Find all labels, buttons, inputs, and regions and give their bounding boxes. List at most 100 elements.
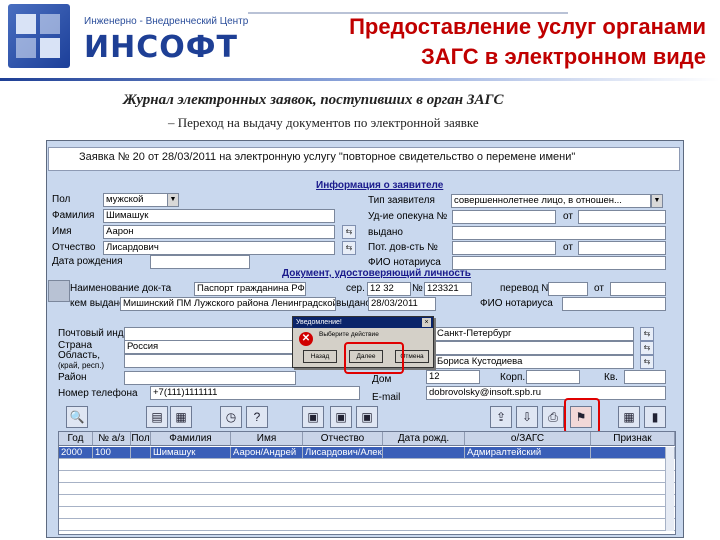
label-guardian-issued: выдано bbox=[368, 227, 403, 238]
header-divider bbox=[0, 78, 720, 81]
col-birthdate[interactable]: Дата рожд. bbox=[383, 432, 465, 446]
label-name: Имя bbox=[52, 226, 72, 237]
country-field[interactable]: Россия bbox=[124, 340, 296, 354]
request-header-text: Заявка № 20 от 28/03/2011 на электронную… bbox=[79, 151, 576, 163]
applicant-type-dropdown-icon[interactable]: ▼ bbox=[651, 194, 663, 208]
notary-field[interactable] bbox=[452, 256, 666, 270]
doc-number-field[interactable]: 123321 bbox=[424, 282, 472, 296]
label-poa-date: от bbox=[563, 242, 573, 253]
search-icon[interactable]: 🔍 bbox=[66, 406, 88, 428]
birthdate-field[interactable] bbox=[150, 255, 250, 269]
label-region: Область, bbox=[58, 350, 101, 361]
col-patronymic[interactable]: Отчество bbox=[303, 432, 383, 446]
dialog-message: Выберите действие bbox=[319, 331, 379, 338]
city-field[interactable]: Санкт-Петербург bbox=[434, 327, 634, 341]
street-field[interactable]: Бориса Кустодиева bbox=[434, 355, 634, 369]
street-lookup-icon[interactable]: ⇆ bbox=[640, 355, 654, 369]
table-row[interactable] bbox=[59, 471, 675, 483]
col-name[interactable]: Имя bbox=[231, 432, 303, 446]
insoft-logo-icon bbox=[8, 4, 70, 68]
cell-registry-office: Адмиралтейский bbox=[465, 447, 591, 458]
guardian-date-field[interactable] bbox=[578, 210, 666, 224]
col-year[interactable]: Год bbox=[59, 432, 93, 446]
dialog-back-button[interactable]: Назад bbox=[303, 350, 337, 363]
table-row[interactable] bbox=[59, 507, 675, 519]
slide-title-line1: Предоставление услуг органами bbox=[349, 14, 706, 39]
power-of-attorney-field[interactable] bbox=[452, 241, 556, 255]
label-translation-date: от bbox=[594, 283, 604, 294]
error-icon: ✕ bbox=[299, 332, 313, 346]
settlement-field[interactable] bbox=[434, 341, 634, 355]
doc-series-field[interactable]: 12 32 bbox=[367, 282, 411, 296]
logo-title: ИНСОФТ bbox=[84, 30, 238, 65]
poa-date-field[interactable] bbox=[578, 241, 666, 255]
table-row[interactable] bbox=[59, 459, 675, 471]
col-record-number[interactable]: № а/з bbox=[93, 432, 131, 446]
label-applicant-type: Тип заявителя bbox=[368, 195, 435, 206]
apartment-field[interactable] bbox=[624, 370, 666, 384]
translation-date-field[interactable] bbox=[610, 282, 666, 296]
surname-field[interactable]: Шимашук bbox=[103, 209, 335, 223]
table-row[interactable]: 2000 100 Шимашук Аарон/Андрей Лисардович… bbox=[59, 447, 675, 459]
applicant-type-select[interactable]: совершеннолетнее лицо, в отношен... bbox=[451, 194, 651, 208]
save-icon[interactable]: ▤ bbox=[146, 406, 168, 428]
guardian-issued-field[interactable] bbox=[452, 226, 666, 240]
patronymic-field[interactable]: Лисардович bbox=[103, 241, 335, 255]
label-issued-by: кем выдано bbox=[70, 298, 125, 309]
table-row[interactable] bbox=[59, 495, 675, 507]
col-registry-office[interactable]: о/ЗАГС bbox=[465, 432, 591, 446]
patronymic-lookup-icon[interactable]: ⇆ bbox=[342, 241, 356, 255]
label-doc-number: № bbox=[412, 283, 423, 294]
col-flag[interactable]: Признак bbox=[591, 432, 675, 446]
city-lookup-icon[interactable]: ⇆ bbox=[640, 327, 654, 341]
import-icon[interactable]: ⇩ bbox=[516, 406, 538, 428]
table-icon[interactable]: ▦ bbox=[618, 406, 640, 428]
building-field[interactable] bbox=[526, 370, 580, 384]
slide-subtitle-step: – Переход на выдачу документов по электр… bbox=[168, 115, 479, 130]
issue-date-field[interactable]: 28/03/2011 bbox=[368, 297, 436, 311]
name-lookup-icon[interactable]: ⇆ bbox=[342, 225, 356, 239]
email-field[interactable]: dobrovolsky@insoft.spb.ru bbox=[426, 386, 666, 400]
gender-dropdown-icon[interactable]: ▼ bbox=[167, 193, 179, 207]
request-header: Заявка № 20 от 28/03/2011 на электронную… bbox=[48, 147, 680, 171]
cell-gender bbox=[131, 447, 151, 458]
highlight-issue-button bbox=[564, 398, 600, 434]
label-issue-date: выдано bbox=[336, 298, 371, 309]
export-icon[interactable]: ⇪ bbox=[490, 406, 512, 428]
table-row[interactable] bbox=[59, 483, 675, 495]
label-power-of-attorney: Пот. дов-сть № bbox=[368, 242, 438, 253]
print-icon[interactable]: ⎙ bbox=[542, 406, 564, 428]
window-3-icon[interactable]: ▣ bbox=[356, 406, 378, 428]
table-row[interactable] bbox=[59, 519, 675, 531]
col-gender[interactable]: Пол bbox=[131, 432, 151, 446]
translation-field[interactable] bbox=[548, 282, 588, 296]
row-checkbox-column[interactable] bbox=[665, 447, 674, 531]
postal-code-field[interactable] bbox=[124, 327, 296, 341]
clock-icon[interactable]: ◷ bbox=[220, 406, 242, 428]
region-field[interactable] bbox=[124, 354, 296, 368]
phone-field[interactable]: +7(111)1111111 bbox=[150, 386, 360, 400]
delete-icon[interactable]: ▦ bbox=[170, 406, 192, 428]
dialog-title: Уведомление! bbox=[293, 317, 433, 328]
label-building: Корп. bbox=[500, 372, 526, 383]
guardian-cert-field[interactable] bbox=[452, 210, 556, 224]
issued-by-field[interactable]: Мишинский ПМ Лужского района Ленинградск… bbox=[120, 297, 336, 311]
exit-door-icon[interactable]: ▮ bbox=[644, 406, 666, 428]
name-field[interactable]: Аарон bbox=[103, 225, 335, 239]
gender-select[interactable]: мужской bbox=[103, 193, 169, 207]
notary-2-field[interactable] bbox=[562, 297, 666, 311]
help-icon[interactable]: ? bbox=[246, 406, 268, 428]
col-surname[interactable]: Фамилия bbox=[151, 432, 231, 446]
dialog-close-icon[interactable]: × bbox=[422, 318, 431, 327]
label-doc-name: Наименование док-та bbox=[70, 283, 172, 294]
doc-name-field[interactable]: Паспорт гражданина РФ bbox=[194, 282, 306, 296]
cell-record-number: 100 bbox=[93, 447, 131, 458]
window-2-icon[interactable]: ▣ bbox=[330, 406, 352, 428]
district-field[interactable] bbox=[124, 371, 296, 385]
label-notary: ФИО нотариуса bbox=[368, 257, 441, 268]
house-field[interactable]: 12 bbox=[426, 370, 480, 384]
label-email: E-mail bbox=[372, 392, 401, 403]
cell-birthdate bbox=[383, 447, 465, 458]
settlement-lookup-icon[interactable]: ⇆ bbox=[640, 341, 654, 355]
window-icon[interactable]: ▣ bbox=[302, 406, 324, 428]
